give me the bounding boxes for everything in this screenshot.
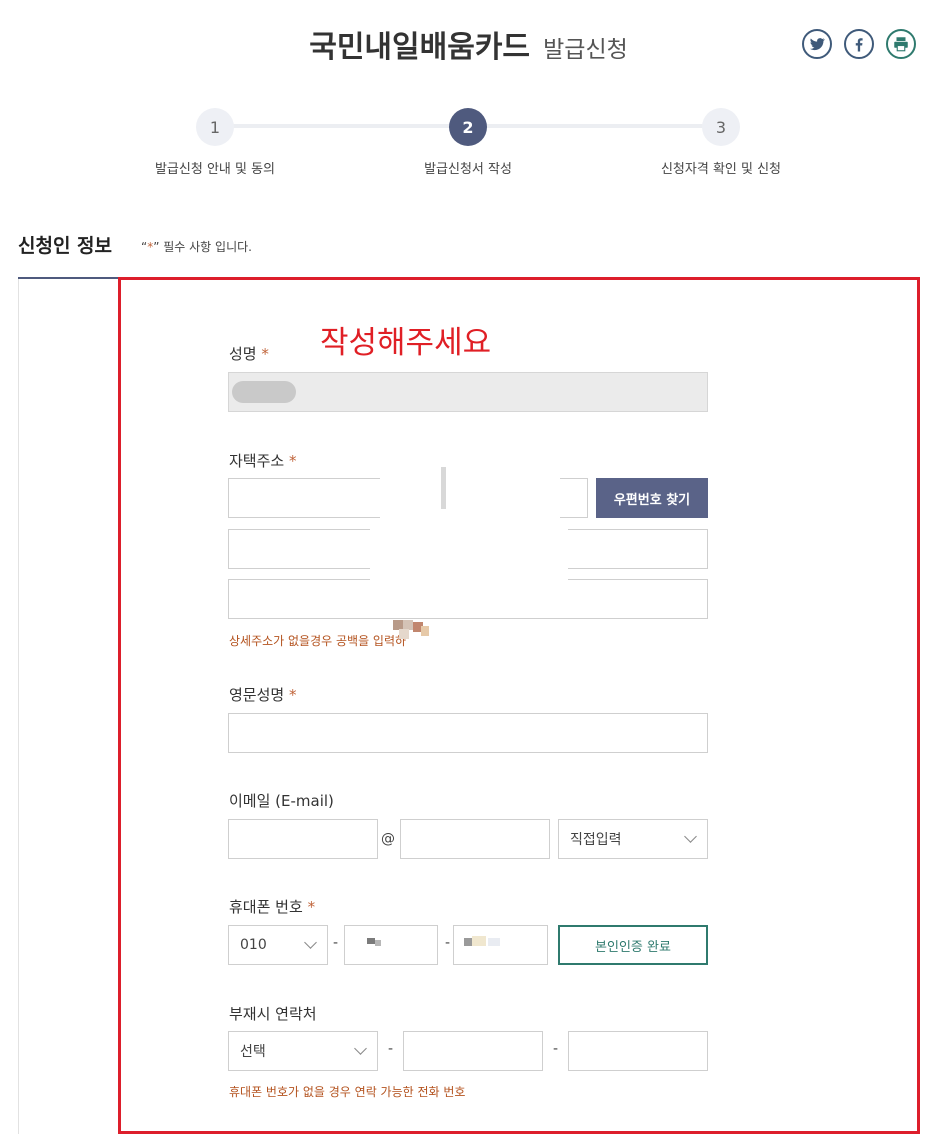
redaction-artifact — [441, 467, 446, 509]
chevron-down-icon — [354, 1042, 367, 1055]
twitter-icon — [809, 38, 825, 51]
chevron-down-icon — [304, 936, 317, 949]
alt-contact-label: 부재시 연락처 — [229, 1005, 317, 1023]
redaction-patch — [370, 518, 568, 608]
email-label: 이메일 (E-mail) — [229, 792, 334, 810]
print-button[interactable] — [886, 29, 916, 59]
identity-verified-button[interactable]: 본인인증 완료 — [558, 925, 708, 965]
mobile-required-mark: * — [307, 898, 316, 916]
print-icon — [894, 37, 908, 52]
mobile-label: 휴대폰 번호 * — [229, 896, 315, 917]
page-title: 국민내일배움카드 발급신청 — [0, 22, 937, 66]
step-3-label: 신청자격 확인 및 신청 — [660, 162, 782, 177]
facebook-icon — [855, 38, 863, 52]
step-3-number: 3 — [715, 117, 727, 137]
email-domain-select-value: 직접입력 — [570, 832, 622, 848]
required-note: “*” 필수 사항 입니다. — [141, 238, 252, 255]
alt-contact-prefix-select[interactable]: 선택 — [228, 1031, 378, 1071]
chevron-down-icon — [684, 830, 697, 843]
step-1-label: 발급신청 안내 및 동의 — [154, 162, 276, 177]
section-underline — [18, 277, 118, 279]
alt-contact-last-field[interactable] — [568, 1031, 708, 1071]
alt-contact-prefix-value: 선택 — [240, 1044, 266, 1060]
address-label: 자택주소 * — [229, 450, 296, 471]
alt-contact-note: 휴대폰 번호가 없을 경우 연락 가능한 전화 번호 — [229, 1085, 466, 1099]
facebook-share-button[interactable] — [844, 29, 874, 59]
section-title: 신청인 정보 — [18, 235, 113, 257]
address-label-text: 자택주소 — [229, 452, 285, 470]
name-required-mark: * — [261, 345, 269, 363]
mobile-middle-field[interactable] — [344, 925, 438, 965]
english-name-required-mark: * — [288, 686, 297, 704]
step-2-number: 2 — [462, 117, 474, 137]
redaction-mosaic — [393, 620, 431, 642]
name-field — [228, 372, 708, 412]
annotation-text: 작성해주세요 — [320, 325, 492, 361]
email-domain-select[interactable]: 직접입력 — [558, 819, 708, 859]
address-note: 상세주소가 없을경우 공백을 입력하 — [229, 634, 407, 648]
section-left-border — [18, 279, 19, 1134]
find-postal-code-button[interactable]: 우편번호 찾기 — [596, 478, 708, 518]
email-local-field[interactable] — [228, 819, 378, 859]
step-1-number: 1 — [209, 117, 221, 137]
email-domain-field[interactable] — [400, 819, 550, 859]
name-label: 성명 * — [229, 343, 269, 364]
english-name-label-text: 영문성명 — [229, 686, 285, 704]
email-at-sign: @ — [381, 831, 395, 847]
step-2-label: 발급신청서 작성 — [424, 162, 512, 177]
step-2-circle: 2 — [449, 108, 487, 146]
alt-contact-dash-1: - — [388, 1041, 394, 1057]
english-name-field[interactable] — [228, 713, 708, 753]
twitter-share-button[interactable] — [802, 29, 832, 59]
redaction-patch — [380, 467, 560, 521]
alt-contact-middle-field[interactable] — [403, 1031, 543, 1071]
redaction-mosaic — [367, 938, 375, 944]
page-title-sub: 발급신청 — [543, 37, 628, 63]
name-label-text: 성명 — [229, 345, 257, 363]
mobile-label-text: 휴대폰 번호 — [229, 898, 303, 916]
mobile-prefix-select[interactable]: 010 — [228, 925, 328, 965]
name-redacted-value — [232, 381, 296, 403]
required-note-text: ” 필수 사항 입니다. — [153, 240, 252, 254]
mobile-last-field[interactable] — [453, 925, 548, 965]
address-required-mark: * — [288, 452, 297, 470]
english-name-label: 영문성명 * — [229, 684, 296, 705]
mobile-prefix-value: 010 — [240, 937, 267, 953]
mobile-dash-2: - — [445, 935, 451, 951]
step-3-circle: 3 — [702, 108, 740, 146]
alt-contact-dash-2: - — [553, 1041, 559, 1057]
redaction-mosaic — [464, 938, 472, 946]
page-title-main: 국민내일배움카드 — [309, 30, 531, 65]
step-1-circle: 1 — [196, 108, 234, 146]
mobile-dash-1: - — [333, 935, 339, 951]
